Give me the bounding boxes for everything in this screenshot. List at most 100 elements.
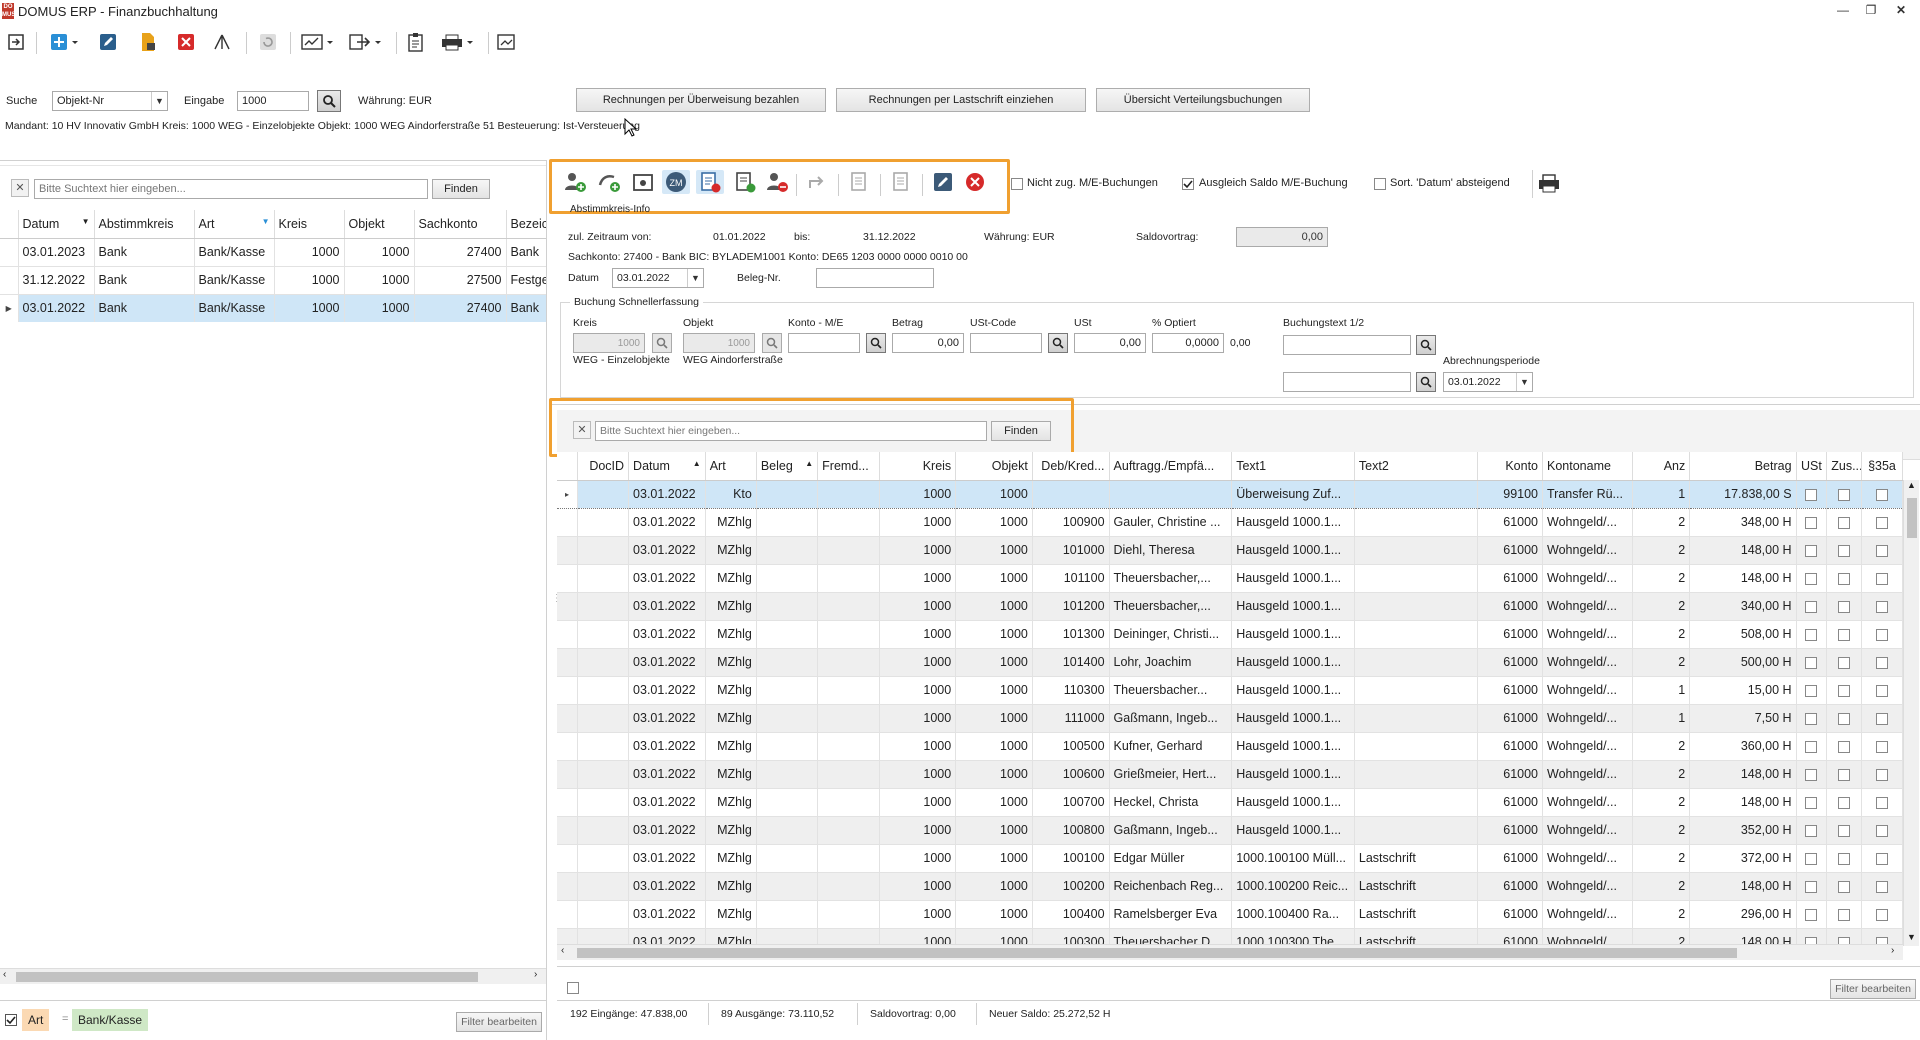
col-objekt[interactable]: Objekt	[955, 452, 1033, 481]
row-checkbox[interactable]	[1875, 824, 1888, 837]
ust-input[interactable]: 0,00	[1074, 333, 1146, 353]
left-horizontal-scrollbar[interactable]: ‹ ›	[0, 968, 546, 984]
search-field-select[interactable]: Objekt-Nr ▼	[52, 91, 168, 111]
konto-input[interactable]	[788, 333, 860, 353]
col-art[interactable]: Art ▼	[194, 210, 275, 239]
col-text2[interactable]: Text2	[1354, 452, 1478, 481]
row-checkbox[interactable]	[1805, 740, 1818, 753]
row-checkbox[interactable]	[1805, 516, 1818, 529]
row-checkbox[interactable]	[1805, 656, 1818, 669]
betrag-input[interactable]: 0,00	[892, 333, 964, 353]
row-checkbox[interactable]	[1838, 516, 1851, 529]
chevron-down-icon[interactable]: ▼	[151, 92, 167, 110]
row-checkbox[interactable]	[1875, 684, 1888, 697]
buchungstext2-search-icon[interactable]	[1416, 372, 1436, 392]
clear-search-icon[interactable]: ✕	[573, 421, 591, 439]
tree-icon[interactable]	[210, 30, 234, 54]
document-copy-icon[interactable]	[888, 170, 914, 194]
table-row[interactable]: 03.01.2022 MZhlg 1000 1000 100600 Grießmeier,…	[557, 760, 1903, 789]
row-checkbox[interactable]	[1838, 488, 1851, 501]
row-checkbox[interactable]	[1838, 628, 1851, 641]
col-sachkonto[interactable]: Sachkonto	[414, 210, 507, 239]
table-row[interactable]: 31.12.2022 Bank Bank/Kasse 1000 1000 27500 Fes…	[0, 266, 546, 295]
row-checkbox[interactable]	[1805, 488, 1818, 501]
right-vertical-scrollbar[interactable]: ▲ ▼	[1903, 480, 1919, 946]
row-checkbox[interactable]	[1805, 572, 1818, 585]
col-ust[interactable]: USt	[1796, 452, 1828, 481]
row-checkbox[interactable]	[1875, 908, 1888, 921]
cancel-icon[interactable]	[962, 170, 988, 194]
print-icon[interactable]	[440, 30, 476, 54]
panel-icon[interactable]	[4, 30, 28, 54]
table-row[interactable]: 03.01.2022 MZhlg 1000 1000 100200 Reichenbach…	[557, 872, 1903, 901]
row-checkbox[interactable]	[1838, 740, 1851, 753]
col-text1[interactable]: Text1	[1231, 452, 1355, 481]
col-auftragg-empf[interactable]: Auftragg./Empfä...	[1109, 452, 1233, 481]
row-checkbox[interactable]	[1838, 768, 1851, 781]
table-row[interactable]: 03.01.2022 MZhlg 1000 1000 100900 Gauler, Chr…	[557, 508, 1903, 537]
row-checkbox[interactable]	[1805, 880, 1818, 893]
left-search-input[interactable]: Bitte Suchtext hier eingeben...	[34, 179, 428, 199]
table-row[interactable]: 03.01.2022 MZhlg 1000 1000 101400 Lohr, Joach…	[557, 648, 1903, 677]
lock-document-icon[interactable]	[136, 30, 160, 54]
row-checkbox[interactable]	[1805, 544, 1818, 557]
row-checkbox[interactable]	[1805, 908, 1818, 921]
table-row[interactable]: 03.01.2022 MZhlg 1000 1000 100500 Kufner, Ger…	[557, 732, 1903, 761]
row-checkbox[interactable]	[1875, 796, 1888, 809]
restore-button[interactable]: ❐	[1860, 3, 1882, 19]
sort-checkbox[interactable]	[1374, 178, 1386, 190]
col-kreis[interactable]: Kreis	[879, 452, 957, 481]
right-filter-edit-button[interactable]: Filter bearbeiten	[1830, 979, 1916, 999]
filter-value-tag[interactable]: Bank/Kasse	[72, 1009, 149, 1031]
row-checkbox[interactable]	[1805, 628, 1818, 641]
eingabe-input[interactable]: 1000	[237, 91, 309, 111]
clipboard-icon[interactable]	[404, 30, 428, 54]
row-checkbox[interactable]	[1875, 656, 1888, 669]
table-row[interactable]: 03.01.2022 MZhlg 1000 1000 101000 Diehl, Ther…	[557, 536, 1903, 565]
print-icon[interactable]	[1538, 172, 1560, 197]
document-list-icon[interactable]	[846, 170, 872, 194]
right-find-button[interactable]: Finden	[991, 421, 1051, 441]
chevron-down-icon[interactable]: ▼	[1516, 373, 1532, 391]
zm-icon[interactable]: ZM	[662, 170, 690, 194]
direct-debit-button[interactable]: Rechnungen per Lastschrift einziehen	[836, 88, 1086, 112]
add-transfer-icon[interactable]	[596, 170, 622, 194]
col-betrag[interactable]: Betrag	[1689, 452, 1797, 481]
col-beleg[interactable]: Beleg ▲	[756, 452, 819, 481]
minimize-button[interactable]: —	[1832, 3, 1854, 19]
optiert-input[interactable]: 0,0000	[1152, 333, 1224, 353]
row-checkbox[interactable]	[1875, 488, 1888, 501]
col-konto[interactable]: Konto	[1477, 452, 1544, 481]
col-kreis[interactable]: Kreis	[274, 210, 345, 239]
row-checkbox[interactable]	[1838, 824, 1851, 837]
filter-active-checkbox[interactable]	[567, 982, 579, 994]
search-icon[interactable]	[317, 90, 341, 112]
chart-icon[interactable]	[300, 30, 336, 54]
buchungstext1-input[interactable]	[1283, 335, 1411, 355]
col-objekt[interactable]: Objekt	[344, 210, 415, 239]
delete-icon[interactable]	[174, 30, 198, 54]
redirect-icon[interactable]	[804, 170, 830, 194]
right-horizontal-scrollbar[interactable]: ‹ ›	[557, 944, 1903, 960]
row-checkbox[interactable]	[1875, 516, 1888, 529]
row-checkbox[interactable]	[1875, 880, 1888, 893]
row-checkbox[interactable]	[1838, 796, 1851, 809]
row-checkbox[interactable]	[1805, 852, 1818, 865]
col-docid[interactable]: DocID	[577, 452, 630, 481]
col-datum[interactable]: Datum ▲	[628, 452, 706, 481]
row-checkbox[interactable]	[1805, 712, 1818, 725]
document-remove-icon[interactable]	[696, 170, 724, 194]
row-checkbox[interactable]	[1805, 796, 1818, 809]
remove-person-icon[interactable]	[764, 170, 790, 194]
col-zus[interactable]: Zus...	[1826, 452, 1862, 481]
row-checkbox[interactable]	[1838, 544, 1851, 557]
calendar-view-icon[interactable]	[630, 170, 656, 194]
edit-icon[interactable]	[930, 170, 956, 194]
left-find-button[interactable]: Finden	[432, 179, 490, 199]
filter-active-checkbox[interactable]	[5, 1014, 17, 1026]
edit-icon[interactable]	[96, 30, 120, 54]
window-icon[interactable]	[494, 30, 518, 54]
col-fremd[interactable]: Fremd...	[817, 452, 880, 481]
row-checkbox[interactable]	[1875, 544, 1888, 557]
col-art[interactable]: Art	[705, 452, 757, 481]
